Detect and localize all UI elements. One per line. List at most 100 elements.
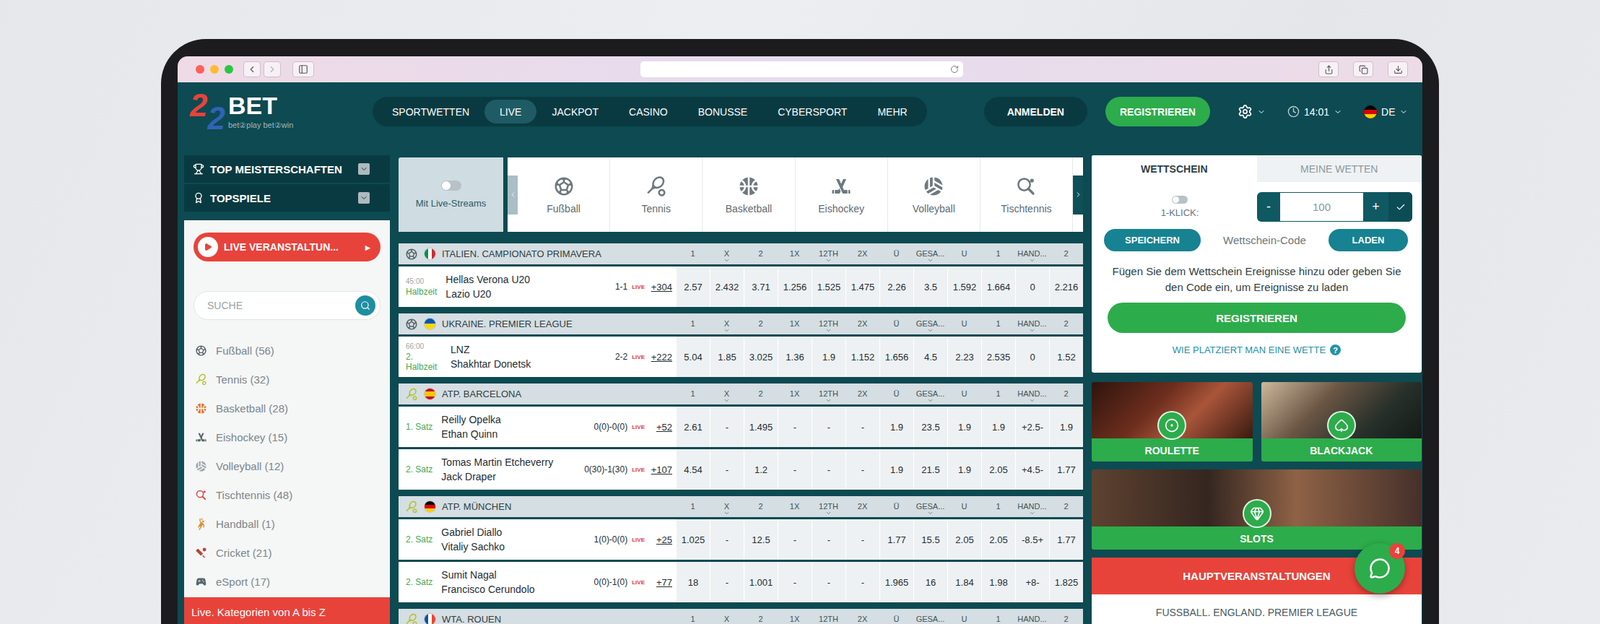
odd-cell[interactable]: 1.85 (709, 336, 744, 377)
load-button[interactable]: LADEN (1328, 228, 1408, 252)
odd-cell[interactable]: 1.9 (947, 449, 982, 490)
event-info[interactable]: 1. SatzReilly OpelkaEthan Quinn0(0)-0(0)… (398, 406, 676, 447)
odd-cell[interactable]: 1.2 (743, 449, 778, 490)
sport-item[interactable]: Basketball (28) (193, 393, 381, 423)
odd-cell[interactable]: 4.5 (913, 336, 948, 377)
live-events-button[interactable]: LIVE VERANSTALTUN...▸ (193, 232, 381, 262)
odd-cell[interactable]: 1.36 (777, 336, 812, 377)
odd-cell[interactable]: 5.04 (675, 336, 710, 377)
odd-cell[interactable]: - (777, 449, 812, 490)
league-header[interactable]: UKRAINE. PREMIER LEAGUE1X21X12TH2XÜGESA.… (398, 313, 1084, 335)
column-header[interactable]: GESA... (913, 313, 948, 335)
odd-cell[interactable]: 2.216 (1049, 266, 1084, 307)
odd-cell[interactable]: 2.57 (675, 266, 710, 307)
stake-input[interactable]: 100 (1280, 192, 1364, 221)
nav-item[interactable]: JACKPOT (536, 99, 614, 124)
scroll-left-button[interactable] (507, 175, 518, 215)
expand-toggle[interactable] (358, 163, 370, 175)
sport-tab[interactable]: Volleyball (888, 157, 981, 232)
language-menu[interactable]: DE (1363, 105, 1408, 119)
odd-cell[interactable]: - (845, 561, 880, 603)
more-markets-link[interactable]: +25 (650, 534, 673, 546)
sidebar-button[interactable] (292, 61, 315, 78)
odd-cell[interactable]: 1.77 (879, 519, 914, 560)
time-menu[interactable]: 14:01 (1287, 105, 1343, 118)
column-header[interactable]: GESA... (913, 243, 948, 265)
odd-cell[interactable]: - (777, 519, 812, 560)
odd-cell[interactable]: 1.98 (981, 561, 1016, 603)
league-header[interactable]: ITALIEN. CAMPIONATO PRIMAVERA1X21X12TH2X… (398, 243, 1084, 265)
odd-cell[interactable]: 2.535 (981, 336, 1016, 377)
address-bar[interactable] (640, 61, 964, 78)
casino-tile[interactable]: BLACKJACK (1261, 381, 1423, 462)
zoom-button[interactable] (224, 64, 234, 74)
search-button[interactable] (355, 295, 376, 316)
column-header[interactable]: 12TH (811, 608, 846, 624)
odd-cell[interactable]: 2.05 (981, 519, 1016, 560)
bet-slip-tab[interactable]: MEINE WETTEN (1257, 155, 1423, 182)
odd-cell[interactable]: 1.9 (981, 406, 1016, 447)
column-header[interactable]: 12TH (811, 313, 846, 335)
column-header[interactable]: HAND... (1015, 383, 1050, 405)
odd-cell[interactable]: 21.5 (913, 449, 948, 490)
back-button[interactable] (243, 61, 261, 78)
sport-tab[interactable]: Basketball (702, 157, 795, 232)
odd-cell[interactable]: 1.025 (675, 519, 710, 560)
bet-slip-tab[interactable]: WETTSCHEIN (1091, 155, 1258, 182)
odd-cell[interactable]: 1.52 (1049, 336, 1084, 377)
odd-cell[interactable]: 1.664 (981, 266, 1016, 307)
event-info[interactable]: 45:00HalbzeitHellas Verona U20Lazio U201… (398, 266, 676, 307)
tabs-button[interactable] (1353, 61, 1374, 78)
nav-item[interactable]: LIVE (484, 99, 537, 124)
odd-cell[interactable]: 1.001 (743, 561, 778, 603)
sport-tab[interactable]: Fußball (517, 157, 611, 232)
odd-cell[interactable]: - (845, 406, 880, 447)
event-info[interactable]: 2. SatzSumit NagalFrancisco Cerundolo0(0… (398, 561, 676, 603)
minimize-button[interactable] (210, 64, 219, 74)
odd-cell[interactable]: 1.77 (1049, 519, 1084, 560)
sport-item[interactable]: Tischtennis (48) (193, 480, 381, 510)
sport-item[interactable]: eSport (17) (193, 566, 381, 596)
sport-item[interactable]: Tennis (32) (193, 364, 381, 394)
odd-cell[interactable]: 2.05 (947, 519, 982, 560)
odd-cell[interactable]: 2.05 (981, 449, 1016, 490)
more-markets-link[interactable]: +304 (650, 281, 673, 293)
live-stream-filter[interactable]: Mit Live-Streams (398, 157, 504, 232)
sport-item[interactable]: Cricket (21) (193, 537, 381, 567)
more-markets-link[interactable]: +77 (650, 576, 673, 588)
odd-cell[interactable]: 1.84 (947, 561, 982, 603)
odd-cell[interactable]: 1.77 (1049, 449, 1084, 490)
increase-button[interactable]: + (1363, 192, 1389, 222)
chat-button[interactable]: 4 (1354, 542, 1406, 594)
nav-item[interactable]: SPORTWETTEN (376, 99, 485, 124)
odd-cell[interactable]: - (709, 519, 744, 560)
sport-item[interactable]: Fußball (56) (193, 335, 381, 365)
odd-cell[interactable]: 18 (675, 561, 710, 603)
sport-item[interactable]: Eishockey (15) (193, 422, 381, 452)
odd-cell[interactable]: - (811, 449, 846, 490)
odd-cell[interactable]: 1.9 (811, 336, 846, 377)
nav-item[interactable]: BONUSSE (683, 99, 763, 124)
odd-cell[interactable]: 1.9 (1049, 406, 1084, 447)
forward-button[interactable] (263, 61, 281, 78)
close-button[interactable] (195, 64, 205, 74)
sport-tab[interactable]: Eishockey (795, 157, 889, 232)
odd-cell[interactable]: -8.5+ (1015, 519, 1050, 560)
odd-cell[interactable]: 0 (1015, 336, 1050, 377)
event-info[interactable]: 66:002. HalbzeitLNZShakhtar Donetsk2-2LI… (398, 336, 676, 377)
share-button[interactable] (1318, 61, 1339, 78)
column-header[interactable]: X (709, 243, 744, 265)
odd-cell[interactable]: 2.432 (709, 266, 744, 307)
column-header[interactable]: HAND... (1015, 496, 1050, 517)
event-info[interactable]: 2. SatzGabriel DialloVitaliy Sachko1(0)-… (398, 519, 676, 560)
odd-cell[interactable]: 1.475 (845, 266, 880, 307)
odd-cell[interactable]: 2.23 (947, 336, 982, 377)
odd-cell[interactable]: - (811, 406, 846, 447)
odd-cell[interactable]: 1.256 (777, 266, 812, 307)
odd-cell[interactable]: 3.025 (743, 336, 778, 377)
odd-cell[interactable]: 1.525 (811, 266, 846, 307)
logo[interactable]: 22BETbet②play bet②win (189, 89, 310, 135)
odd-cell[interactable]: - (777, 561, 812, 603)
more-markets-link[interactable]: +52 (650, 421, 673, 433)
column-header[interactable]: HAND... (1015, 313, 1050, 335)
